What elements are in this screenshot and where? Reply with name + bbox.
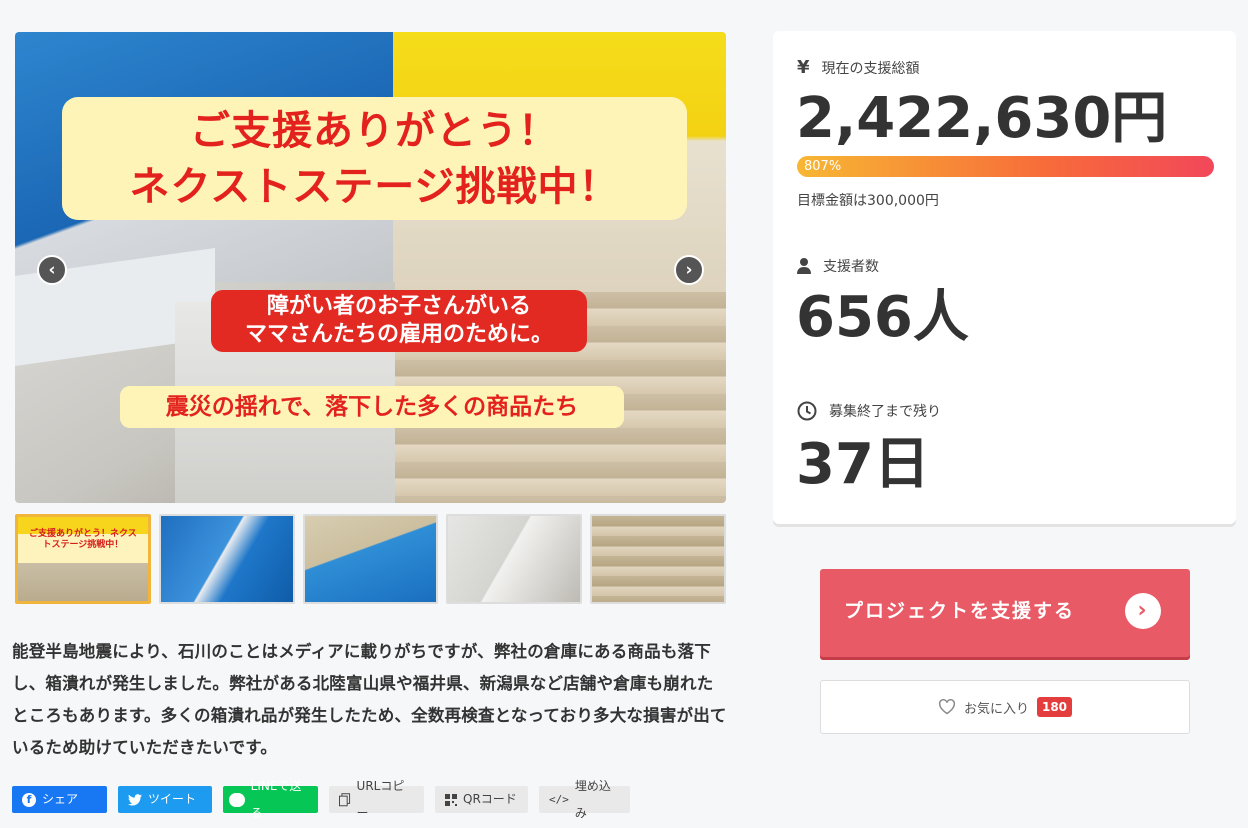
twitter-share-label: ツイート (148, 792, 197, 806)
embed-button[interactable]: </> 埋め込み (539, 779, 630, 820)
heart-icon (938, 699, 955, 715)
support-project-button[interactable]: プロジェクトを支援する › (820, 569, 1190, 657)
funding-stats-card: ¥ 現在の支援総額 2,422,630円 807% 目標金額は300,000円 … (773, 31, 1236, 524)
supporters-label: 支援者数 (823, 259, 879, 275)
progress-bar: 807% (797, 156, 1214, 177)
hero-banner: ご支援ありがとう！ ネクストステージ挑戦中！ (62, 97, 687, 220)
qr-icon (445, 793, 457, 806)
thumbnail-strip: ご支援ありがとう！ネクストステージ挑戦中！ (15, 514, 726, 604)
facebook-share-label: シェア (42, 792, 79, 806)
progress-percent: 807% (804, 159, 842, 174)
line-share-button[interactable]: LINEで送る (223, 779, 318, 820)
embed-label: 埋め込み (574, 778, 611, 820)
chevron-right-circle-icon: › (1125, 593, 1161, 629)
favorite-count-badge: 180 (1036, 697, 1073, 717)
chevron-right-icon[interactable]: › (674, 255, 704, 285)
hero-sub-line1: 障がい者のお子さんがいる (266, 294, 531, 319)
project-description: 能登半島地震により、石川のことはメディアに載りがちですが、弊社の倉庫にある商品も… (12, 642, 727, 757)
favorite-button[interactable]: お気に入り 180 (820, 680, 1190, 734)
hero-caption: 震災の揺れで、落下した多くの商品たち (120, 386, 624, 428)
support-project-label: プロジェクトを支援する (844, 600, 1076, 622)
clock-icon (797, 401, 817, 421)
person-icon (797, 258, 811, 274)
hero-banner-line1: ご支援ありがとう！ (190, 108, 559, 154)
qr-code-button[interactable]: QRコード (435, 786, 528, 813)
thumbnail-2[interactable] (158, 514, 295, 604)
hero-banner-line2: ネクストステージ挑戦中！ (129, 164, 620, 210)
supporters-label-row: 支援者数 (797, 256, 879, 276)
facebook-share-button[interactable]: f シェア (12, 786, 107, 813)
code-icon: </> (549, 793, 569, 806)
favorite-label: お気に入り (963, 701, 1029, 717)
thumbnail-5[interactable] (590, 514, 726, 604)
thumbnail-1[interactable]: ご支援ありがとう！ネクストステージ挑戦中！ (15, 514, 151, 604)
facebook-icon: f (22, 792, 36, 807)
remaining-label-row: 募集終了まで残り (797, 401, 941, 421)
thumbnail-1-text: ご支援ありがとう！ネクストステージ挑戦中！ (29, 529, 137, 550)
url-copy-button[interactable]: URLコピー (329, 779, 424, 820)
hero-sub-banner: 障がい者のお子さんがいる ママさんたちの雇用のために。 (211, 290, 587, 352)
thumbnail-3[interactable] (302, 514, 439, 604)
chevron-left-icon[interactable]: ‹ (37, 255, 67, 285)
copy-icon (339, 792, 351, 806)
twitter-share-button[interactable]: ツイート (118, 786, 212, 813)
remaining-value: 37日 (796, 432, 930, 497)
line-share-label: LINEで送る (250, 778, 302, 820)
supporters-value: 656人 (796, 285, 969, 350)
thumbnail-4[interactable] (446, 514, 583, 604)
yen-icon: ¥ (797, 57, 810, 78)
url-copy-label: URLコピー (356, 778, 405, 820)
twitter-icon (128, 793, 142, 806)
amount-value: 2,422,630円 (796, 86, 1168, 151)
project-main-image: ご支援ありがとう！ ネクストステージ挑戦中！ 障がい者のお子さんがいる ママさん… (15, 32, 726, 503)
goal-amount: 目標金額は300,000円 (797, 193, 939, 209)
amount-label: 現在の支援総額 (821, 60, 920, 77)
line-icon (229, 792, 245, 807)
hero-sub-line2: ママさんたちの雇用のために。 (244, 322, 553, 347)
amount-label-row: ¥ 現在の支援総額 (797, 57, 920, 78)
qr-code-label: QRコード (463, 792, 517, 806)
remaining-label: 募集終了まで残り (829, 404, 941, 420)
